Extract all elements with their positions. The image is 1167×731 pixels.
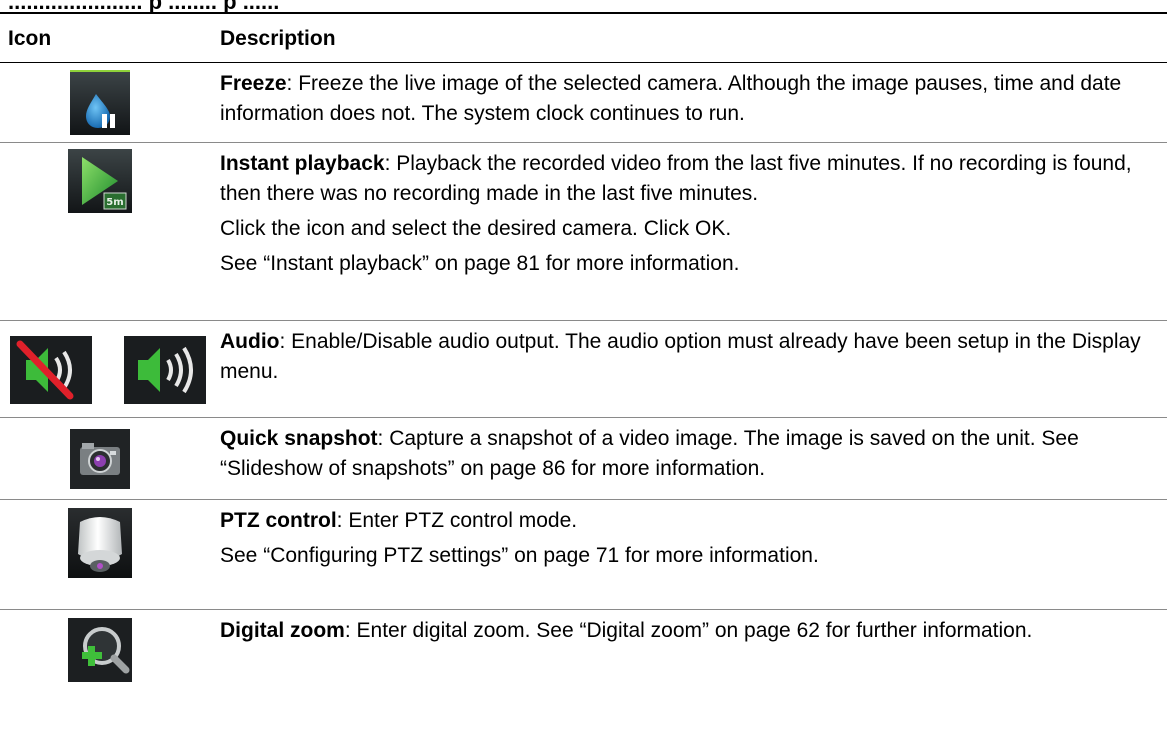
ptz-dome-camera-icon[interactable] — [68, 508, 132, 578]
instant-playback-icon-label: 5m — [106, 197, 123, 208]
row-paragraph: See “Configuring PTZ settings” on page 7… — [220, 544, 819, 567]
table-header-row: Icon Description — [0, 14, 1167, 62]
digital-zoom-icon[interactable] — [68, 618, 132, 682]
row-paragraph: Enter digital zoom. See “Digital zoom” o… — [356, 619, 1033, 642]
table-row-instant-playback: 5m Instant playback: Playback the record… — [0, 143, 1167, 321]
table-row-digital-zoom: Digital zoom: Enter digital zoom. See “D… — [0, 610, 1167, 731]
row-paragraph: Click the icon and select the desired ca… — [220, 217, 732, 240]
row-term: Audio — [220, 330, 280, 353]
row-term: Quick snapshot — [220, 427, 378, 450]
row-paragraph: See “Instant playback” on page 81 for mo… — [220, 252, 740, 275]
row-term: Digital zoom — [220, 619, 345, 642]
table-row-freeze: Freeze: Freeze the live image of the sel… — [0, 63, 1167, 143]
row-paragraph: Freeze the live image of the selected ca… — [220, 72, 1122, 125]
table-row-quick-snapshot: Quick snapshot: Capture a snapshot of a … — [0, 418, 1167, 500]
audio-enabled-icon[interactable] — [124, 336, 206, 404]
icon-column-header: Icon — [8, 27, 52, 50]
description-cell: Freeze: Freeze the live image of the sel… — [220, 72, 1122, 125]
audio-disabled-icon[interactable] — [10, 336, 92, 404]
freeze-icon[interactable] — [70, 70, 130, 135]
icon-cell — [0, 321, 212, 418]
table-row-audio: Audio: Enable/Disable audio output. The … — [0, 321, 1167, 418]
instant-playback-icon[interactable]: 5m — [68, 149, 132, 213]
icon-cell — [0, 500, 212, 610]
description-cell: PTZ control: Enter PTZ control mode. See… — [220, 506, 1165, 576]
table-row-ptz-control: PTZ control: Enter PTZ control mode. See… — [0, 500, 1167, 610]
description-cell: Quick snapshot: Capture a snapshot of a … — [220, 427, 1079, 480]
description-cell: Digital zoom: Enter digital zoom. See “D… — [220, 619, 1033, 642]
description-cell: Audio: Enable/Disable audio output. The … — [220, 330, 1141, 383]
row-term: Freeze — [220, 72, 287, 95]
row-paragraph: Enter PTZ control mode. — [348, 509, 578, 532]
camera-icon[interactable] — [70, 429, 130, 489]
icon-cell — [0, 418, 212, 500]
row-term: Instant playback — [220, 152, 385, 175]
icon-cell — [0, 63, 212, 143]
row-paragraph: Enable/Disable audio output. The audio o… — [220, 330, 1141, 383]
icon-cell — [0, 610, 212, 731]
row-term: PTZ control — [220, 509, 337, 532]
description-column-header: Description — [220, 27, 336, 50]
icon-cell: 5m — [0, 143, 212, 321]
description-cell: Instant playback: Playback the recorded … — [220, 149, 1165, 284]
